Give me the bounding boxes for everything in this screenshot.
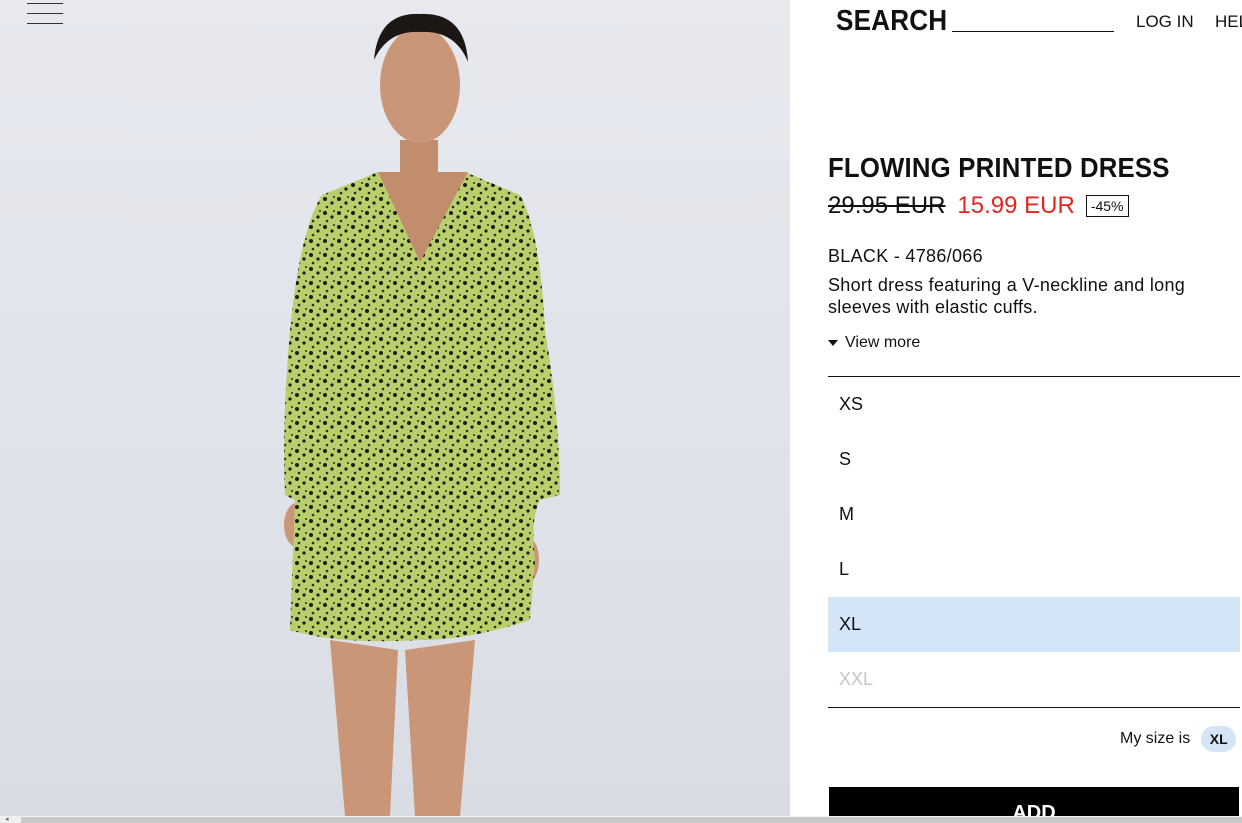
- discount-badge: -45%: [1085, 195, 1129, 217]
- product-title: FLOWING PRINTED DRESS: [828, 152, 1170, 183]
- size-selector: XS S M L XL XXL: [828, 376, 1240, 708]
- hamburger-menu-icon[interactable]: [27, 3, 63, 25]
- product-image: [0, 0, 790, 816]
- top-navigation: SEARCH LOG IN HEL: [790, 0, 1242, 48]
- login-link[interactable]: LOG IN: [1136, 12, 1194, 32]
- size-option-xs[interactable]: XS: [828, 377, 1240, 432]
- model-wearing-dress-illustration: [284, 13, 560, 816]
- view-more-toggle[interactable]: View more: [828, 334, 920, 352]
- price-row: 29.95 EUR 15.99 EUR -45%: [828, 190, 1129, 222]
- my-size-badge[interactable]: XL: [1201, 726, 1237, 752]
- search-input-underline[interactable]: [952, 31, 1114, 32]
- color-reference: BLACK - 4786/066: [828, 246, 983, 266]
- horizontal-scrollbar[interactable]: ◂: [0, 816, 1242, 823]
- my-size-label: My size is: [1120, 730, 1191, 747]
- scroll-left-icon[interactable]: ◂: [5, 816, 9, 823]
- size-option-m[interactable]: M: [828, 487, 1240, 542]
- view-more-label: View more: [845, 334, 921, 351]
- scrollbar-thumb[interactable]: [21, 817, 1242, 823]
- sale-price: 15.99 EUR: [957, 192, 1075, 219]
- product-details-panel: SEARCH LOG IN HEL FLOWING PRINTED DRESS …: [790, 0, 1242, 823]
- caret-down-icon: [828, 340, 838, 346]
- my-size-indicator: My size is XL: [1120, 726, 1237, 752]
- help-link[interactable]: HEL: [1215, 12, 1242, 32]
- size-option-xl[interactable]: XL: [828, 597, 1240, 652]
- original-price: 29.95 EUR: [828, 192, 946, 219]
- product-description: Short dress featuring a V-neckline and l…: [828, 275, 1186, 317]
- product-page: SEARCH LOG IN HEL FLOWING PRINTED DRESS …: [0, 0, 1242, 823]
- size-option-l[interactable]: L: [828, 542, 1240, 597]
- search-button[interactable]: SEARCH: [836, 5, 947, 38]
- size-option-s[interactable]: S: [828, 432, 1240, 487]
- size-option-xxl[interactable]: XXL: [828, 652, 1240, 707]
